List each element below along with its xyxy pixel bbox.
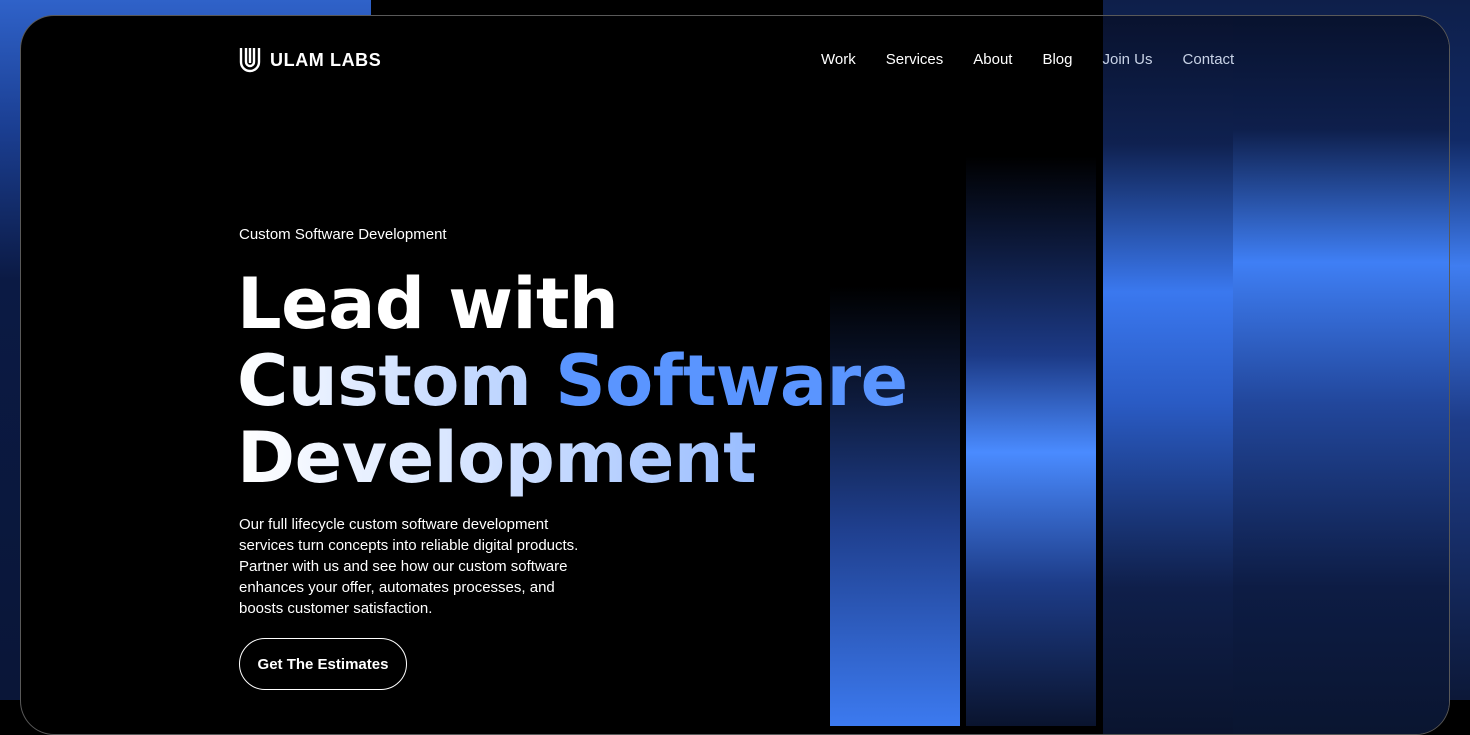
headline-line-1: Lead with — [237, 263, 619, 345]
nav-link-contact[interactable]: Contact — [1183, 51, 1235, 68]
gradient-pillar — [1233, 16, 1449, 734]
headline-line-2: Custom Software — [237, 343, 908, 420]
gradient-pillar — [966, 156, 1096, 726]
headline-word-software: Software — [555, 340, 908, 422]
get-estimates-button[interactable]: Get The Estimates — [239, 638, 407, 690]
headline-line-3: Development — [237, 420, 908, 497]
gradient-pillar — [1103, 16, 1233, 734]
brand-logo[interactable]: ULAM LABS — [239, 46, 381, 74]
u-letter-logo-icon — [239, 48, 261, 73]
nav-link-blog[interactable]: Blog — [1042, 51, 1072, 68]
nav-links: Work Services About Blog Join Us Contact — [821, 51, 1264, 68]
nav-link-work[interactable]: Work — [821, 51, 856, 68]
hero-description: Our full lifecycle custom software devel… — [239, 516, 579, 617]
brand-name: ULAM LABS — [270, 49, 382, 70]
headline-word-custom: Custom — [237, 340, 532, 422]
hero-eyebrow: Custom Software Development — [239, 226, 447, 243]
nav-link-join-us[interactable]: Join Us — [1103, 51, 1153, 68]
top-nav: ULAM LABS Work Services About Blog Join … — [239, 46, 1239, 76]
hero-headline: Lead with Custom Software Development — [237, 266, 908, 497]
nav-link-services[interactable]: Services — [886, 51, 944, 68]
nav-link-about[interactable]: About — [973, 51, 1012, 68]
hero-frame: ULAM LABS Work Services About Blog Join … — [20, 15, 1450, 735]
backdrop-band — [371, 0, 1103, 16]
